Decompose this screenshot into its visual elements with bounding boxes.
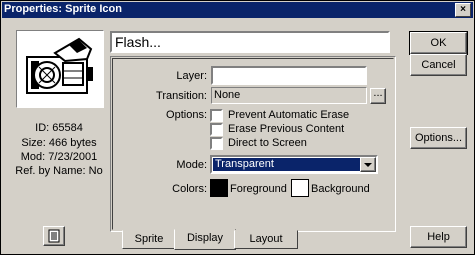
sprite-ref-by-name: Ref. by Name: No	[15, 165, 103, 177]
layer-input[interactable]	[211, 66, 367, 85]
mode-select[interactable]: Transparent	[210, 155, 378, 174]
foreground-label: Foreground	[230, 183, 287, 195]
options-button[interactable]: Options...	[410, 127, 467, 149]
erase-previous-content-checkbox[interactable]	[210, 123, 223, 136]
transition-value: None	[211, 87, 367, 104]
transition-label: Transition:	[156, 90, 207, 102]
ok-button[interactable]: OK	[409, 31, 468, 55]
background-color-swatch[interactable]	[291, 179, 309, 197]
mode-label: Mode:	[176, 159, 207, 171]
display-panel: Layer: Transition: None ... Options: Pre…	[110, 56, 396, 232]
direct-to-screen-label: Direct to Screen	[228, 137, 307, 149]
camera-icon	[26, 37, 93, 94]
document-icon	[48, 229, 60, 243]
sprite-modified: Mod: 7/23/2001	[20, 151, 98, 163]
sprite-id: ID: 65584	[35, 122, 83, 134]
prevent-automatic-erase-label: Prevent Automatic Erase	[228, 109, 350, 121]
mode-dropdown-button[interactable]	[360, 157, 376, 172]
foreground-color-swatch[interactable]	[210, 179, 228, 197]
mode-selected-value: Transparent	[213, 158, 361, 171]
background-label: Background	[311, 183, 370, 195]
erase-previous-content-label: Erase Previous Content	[228, 123, 345, 135]
chevron-down-icon	[364, 163, 372, 167]
cancel-button[interactable]: Cancel	[410, 54, 467, 76]
open-button[interactable]	[43, 226, 65, 246]
window-title: Properties: Sprite Icon	[4, 3, 122, 15]
layer-label: Layer:	[176, 70, 207, 82]
title-bar: Properties: Sprite Icon ×	[2, 2, 473, 18]
direct-to-screen-checkbox[interactable]	[210, 137, 223, 150]
options-label: Options:	[166, 109, 207, 121]
tab-layout[interactable]: Layout	[234, 230, 298, 249]
tab-display[interactable]: Display	[174, 229, 236, 250]
tab-sprite[interactable]: Sprite	[122, 230, 176, 249]
transition-browse-button[interactable]: ...	[370, 88, 386, 104]
help-button[interactable]: Help	[410, 226, 467, 248]
colors-label: Colors:	[172, 183, 207, 195]
sprite-size: Size: 466 bytes	[21, 137, 97, 149]
prevent-automatic-erase-checkbox[interactable]	[210, 109, 223, 122]
properties-dialog: Properties: Sprite Icon × ID: 65584 Size…	[0, 0, 475, 255]
close-button[interactable]: ×	[455, 3, 471, 17]
sprite-name-field[interactable]: Flash...	[110, 31, 390, 53]
sprite-thumbnail	[16, 30, 104, 108]
